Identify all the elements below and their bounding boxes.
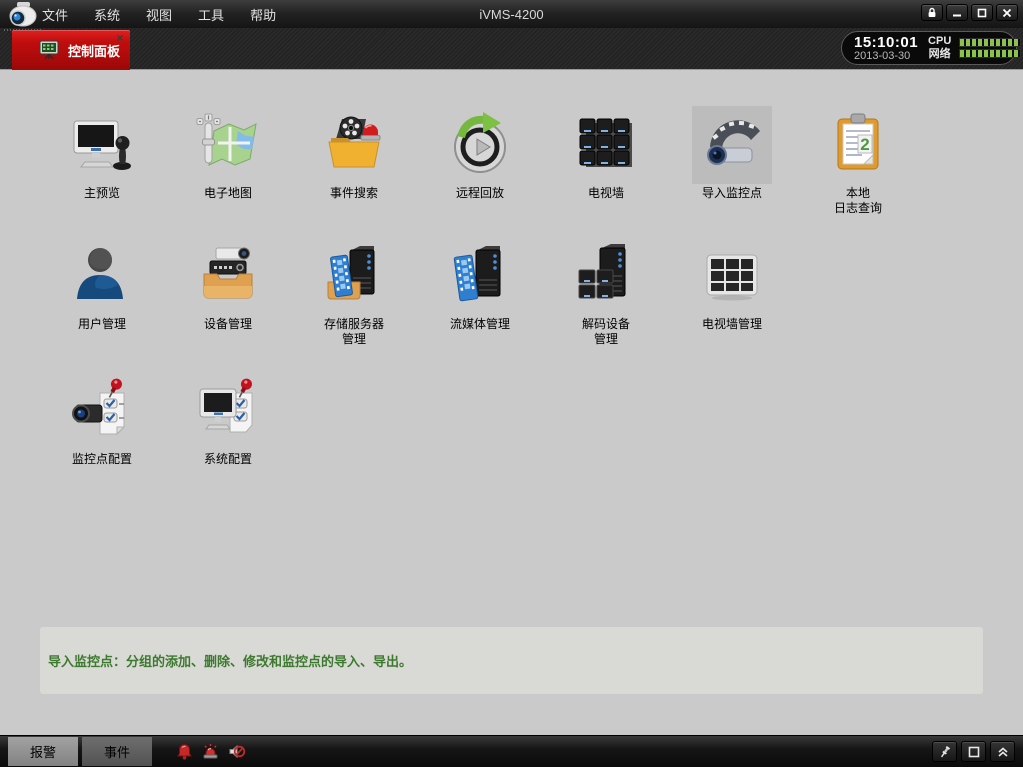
clock-text: 15:10:01 2013-03-30 xyxy=(854,35,918,62)
alarm-status-icons xyxy=(176,743,245,760)
emap-icon xyxy=(196,111,260,180)
restore-panel-icon[interactable] xyxy=(961,741,986,762)
network-label: 网络 xyxy=(928,48,951,61)
module-label: 远程回放 xyxy=(417,186,543,201)
module-label: 用户管理 xyxy=(39,317,165,332)
collapse-up-icon[interactable] xyxy=(990,741,1015,762)
module-local-log[interactable]: 2 本地 日志查询 xyxy=(795,106,921,216)
cpu-usage-bar xyxy=(959,38,1021,47)
alarm-siren-icon[interactable] xyxy=(202,743,219,760)
user-management-icon xyxy=(70,242,134,311)
lock-icon[interactable] xyxy=(921,4,943,21)
module-label: 电子地图 xyxy=(165,186,291,201)
module-label: 系统配置 xyxy=(165,452,291,467)
resource-labels: CPU 网络 xyxy=(928,35,951,61)
module-label: 设备管理 xyxy=(165,317,291,332)
remote-playback-icon xyxy=(448,111,512,180)
module-stream-media[interactable]: 流媒体管理 xyxy=(417,237,543,347)
tvwall-management-icon xyxy=(700,242,764,311)
module-main-preview[interactable]: 主预览 xyxy=(39,106,165,216)
module-label: 事件搜索 xyxy=(291,186,417,201)
clock-status-module: 15:10:01 2013-03-30 CPU 网络 xyxy=(841,31,1017,65)
menu-bar: iVMS-4200 文件 系统 视图 工具 帮助 xyxy=(0,0,1023,28)
control-panel-main: 主预览 电子地图 xyxy=(0,71,1023,735)
app-logo-camera-icon xyxy=(2,0,44,46)
tab-label: 控制面板 xyxy=(68,41,120,60)
pin-icon[interactable] xyxy=(932,741,957,762)
module-remote-playback[interactable]: 远程回放 xyxy=(417,106,543,216)
cpu-label: CPU xyxy=(928,35,951,48)
module-import-camera[interactable]: 导入监控点 xyxy=(669,106,795,216)
window-title: iVMS-4200 xyxy=(0,7,1023,22)
module-tv-wall[interactable]: 电视墙 xyxy=(543,106,669,216)
clock-date: 2013-03-30 xyxy=(854,50,918,62)
module-decode-device[interactable]: 解码设备 管理 xyxy=(543,237,669,347)
clock-time: 15:10:01 xyxy=(854,35,918,50)
network-usage-bar xyxy=(959,49,1021,58)
module-system-config[interactable]: 系统配置 xyxy=(165,372,291,467)
module-label: 电视墙 xyxy=(543,186,669,201)
close-button[interactable] xyxy=(996,4,1018,21)
import-camera-icon xyxy=(700,111,764,180)
module-device-management[interactable]: 设备管理 xyxy=(165,237,291,347)
tab-event[interactable]: 事件 xyxy=(82,737,152,766)
device-management-icon xyxy=(196,242,260,311)
event-search-icon xyxy=(322,111,386,180)
module-label: 流媒体管理 xyxy=(417,317,543,332)
svg-text:2: 2 xyxy=(860,135,869,154)
module-label: 解码设备 管理 xyxy=(543,317,669,347)
tv-wall-icon xyxy=(574,111,638,180)
tab-close-icon[interactable]: × xyxy=(114,32,126,44)
status-bar: 报警 事件 xyxy=(0,735,1023,767)
maximize-button[interactable] xyxy=(971,4,993,21)
module-emap[interactable]: 电子地图 xyxy=(165,106,291,216)
module-description-text: 导入监控点：分组的添加、删除、修改和监控点的导入、导出。 xyxy=(48,651,412,670)
statusbar-right-buttons xyxy=(932,741,1015,762)
system-config-icon xyxy=(196,377,260,446)
module-tvwall-management[interactable]: 电视墙管理 xyxy=(669,237,795,347)
usage-indicators xyxy=(959,36,1021,60)
module-label: 电视墙管理 xyxy=(669,317,795,332)
module-storage-server[interactable]: 存储服务器 管理 xyxy=(291,237,417,347)
module-label: 存储服务器 管理 xyxy=(291,317,417,347)
module-event-search[interactable]: 事件搜索 xyxy=(291,106,417,216)
audio-mute-icon[interactable] xyxy=(228,743,245,760)
module-label: 主预览 xyxy=(39,186,165,201)
tab-alarm[interactable]: 报警 xyxy=(8,737,78,766)
storage-server-icon xyxy=(322,242,386,311)
module-description-panel: 导入监控点：分组的添加、删除、修改和监控点的导入、导出。 xyxy=(40,627,983,694)
minimize-button[interactable] xyxy=(946,4,968,21)
camera-config-icon xyxy=(70,377,134,446)
module-label: 监控点配置 xyxy=(39,452,165,467)
decode-device-icon xyxy=(574,242,638,311)
main-preview-icon xyxy=(70,111,134,180)
stream-media-icon xyxy=(448,242,512,311)
alarm-bell-icon[interactable] xyxy=(176,743,193,760)
module-user-management[interactable]: 用户管理 xyxy=(39,237,165,347)
local-log-icon: 2 xyxy=(826,111,890,180)
window-controls xyxy=(921,4,1018,21)
tab-bar: 控制面板 × 15:10:01 2013-03-30 CPU 网络 xyxy=(0,28,1023,70)
module-label: 本地 日志查询 xyxy=(795,186,921,216)
module-label: 导入监控点 xyxy=(669,186,795,201)
module-camera-config[interactable]: 监控点配置 xyxy=(39,372,165,467)
